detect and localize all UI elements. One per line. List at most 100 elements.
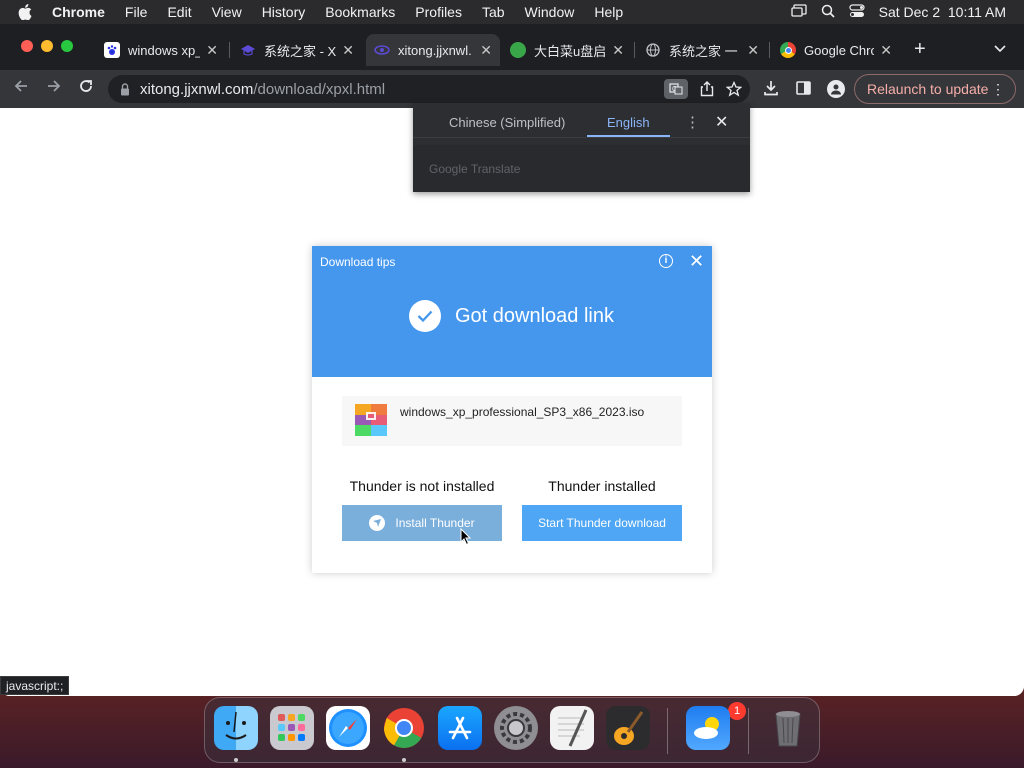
lock-icon[interactable] — [120, 82, 130, 96]
relaunch-to-update-button[interactable]: Relaunch to update ⋮ — [854, 74, 1016, 104]
tab-divider — [634, 42, 635, 58]
translate-icon[interactable]: G — [664, 79, 688, 99]
minimize-window-button[interactable] — [41, 40, 53, 52]
archive-file-icon — [355, 404, 387, 436]
install-thunder-button[interactable]: Install Thunder — [342, 505, 502, 541]
zoom-window-button[interactable] — [61, 40, 73, 52]
menu-app-name[interactable]: Chrome — [52, 4, 105, 20]
menu-view[interactable]: View — [212, 4, 242, 20]
running-indicator — [402, 758, 406, 762]
menu-edit[interactable]: Edit — [167, 4, 191, 20]
tab-title: 大白菜u盘启 — [534, 43, 607, 59]
tab-windows-xp[interactable]: windows xp_ ✕ — [96, 34, 226, 66]
download-tips-dialog: Download tips i ✕ Got download link wind… — [312, 246, 712, 573]
weather-icon[interactable] — [686, 706, 730, 750]
close-icon[interactable]: ✕ — [689, 251, 704, 272]
google-translate-brand: Google Translate — [429, 162, 521, 176]
start-thunder-download-button[interactable]: Start Thunder download — [522, 505, 682, 541]
url-path: /download/xpxl.html — [253, 80, 386, 98]
textedit-icon[interactable] — [550, 706, 594, 750]
menu-file[interactable]: File — [125, 4, 148, 20]
close-icon[interactable]: ✕ — [880, 42, 892, 59]
menu-bar: Chrome File Edit View History Bookmarks … — [0, 0, 1024, 24]
kebab-menu-icon[interactable]: ⋮ — [991, 81, 1005, 98]
tab-xitong-active[interactable]: xitong.jjxnwl. ✕ — [366, 34, 500, 66]
close-icon[interactable]: ✕ — [342, 42, 354, 59]
tab-title: Google Chro — [804, 42, 875, 58]
chevron-down-icon — [994, 45, 1006, 53]
side-panel-icon[interactable] — [796, 81, 811, 95]
source-language-tab[interactable]: Chinese (Simplified) — [449, 115, 565, 130]
tab-google-chrome[interactable]: Google Chro ✕ — [772, 34, 900, 66]
control-center-icon[interactable] — [849, 3, 865, 21]
running-indicator — [234, 758, 238, 762]
tab-title: xitong.jjxnwl. — [398, 42, 472, 58]
link-status-bar: javascript:; — [0, 676, 70, 695]
apple-icon[interactable] — [18, 4, 38, 20]
close-window-button[interactable] — [21, 40, 33, 52]
arrow-left-icon — [14, 80, 27, 92]
app-store-icon[interactable] — [438, 706, 482, 750]
tab-xitongzhijia[interactable]: 系统之家 - X ✕ — [232, 34, 362, 66]
tab-title: 系统之家 - X — [264, 43, 337, 59]
menu-help[interactable]: Help — [594, 4, 623, 20]
profile-avatar-icon[interactable] — [827, 80, 845, 98]
close-icon[interactable]: ✕ — [612, 42, 624, 59]
forward-button[interactable] — [43, 78, 65, 99]
finder-icon[interactable] — [214, 706, 258, 750]
back-button[interactable] — [10, 78, 32, 99]
tab-xitongzhijia-2[interactable]: 系统之家 一 ✕ — [637, 34, 767, 66]
dock: 1 — [204, 697, 820, 763]
info-icon[interactable]: i — [659, 254, 673, 268]
url-host: xitong.jjxnwl.com — [140, 80, 254, 98]
safari-icon[interactable] — [326, 706, 370, 750]
globe-icon — [645, 42, 661, 58]
menu-bookmarks[interactable]: Bookmarks — [325, 4, 395, 20]
menu-tab[interactable]: Tab — [482, 4, 505, 20]
share-icon[interactable] — [700, 81, 714, 97]
reload-button[interactable] — [75, 78, 97, 99]
dock-divider — [667, 708, 668, 754]
launchpad-icon[interactable] — [270, 706, 314, 750]
dialog-header: Download tips i ✕ Got download link — [312, 246, 712, 377]
close-icon[interactable]: ✕ — [747, 42, 759, 59]
close-icon[interactable]: ✕ — [206, 42, 218, 59]
graduation-cap-icon — [240, 42, 256, 58]
mouse-pointer-icon — [460, 527, 472, 551]
menu-history[interactable]: History — [262, 4, 306, 20]
menu-clock[interactable]: Sat Dec 2 10:11 AM — [879, 4, 1006, 20]
trash-icon[interactable] — [766, 706, 810, 750]
tab-dabaicai[interactable]: 大白菜u盘启 ✕ — [502, 34, 632, 66]
tab-search-button[interactable] — [994, 40, 1006, 58]
baidu-paw-icon — [104, 42, 120, 58]
downloads-icon[interactable] — [763, 80, 779, 96]
reload-icon — [80, 80, 92, 92]
tab-title: windows xp_ — [128, 42, 201, 58]
address-bar[interactable]: xitong.jjxnwl.com/download/xpxl.html G — [108, 75, 750, 103]
spotlight-search-icon[interactable] — [821, 4, 835, 21]
arrow-right-icon — [48, 80, 61, 92]
close-icon[interactable]: ✕ — [480, 42, 492, 59]
dock-divider — [748, 708, 749, 754]
translate-popup: Chinese (Simplified) English ⋮ ✕ Google … — [413, 103, 750, 192]
menu-profiles[interactable]: Profiles — [415, 4, 462, 20]
garageband-icon[interactable] — [606, 706, 650, 750]
checkmark-icon — [409, 300, 441, 332]
menu-window[interactable]: Window — [525, 4, 575, 20]
target-language-tab[interactable]: English — [607, 115, 650, 130]
cabbage-icon — [510, 42, 526, 58]
close-icon[interactable]: ✕ — [715, 112, 728, 132]
thunder-bird-icon — [369, 515, 386, 531]
site-icon — [374, 42, 390, 58]
bookmark-star-icon[interactable] — [726, 81, 742, 97]
window-controls — [21, 40, 73, 52]
chrome-dock-icon[interactable] — [382, 706, 426, 750]
translate-options-icon[interactable]: ⋮ — [685, 113, 700, 131]
tab-divider — [229, 42, 230, 58]
system-preferences-icon[interactable] — [494, 706, 538, 750]
start-thunder-download-label: Start Thunder download — [538, 516, 666, 530]
thunder-installed-label: Thunder installed — [548, 478, 656, 494]
new-tab-button[interactable]: + — [914, 38, 926, 61]
file-info-box: windows_xp_professional_SP3_x86_2023.iso — [342, 396, 682, 446]
screen-mirroring-icon[interactable] — [790, 3, 807, 21]
